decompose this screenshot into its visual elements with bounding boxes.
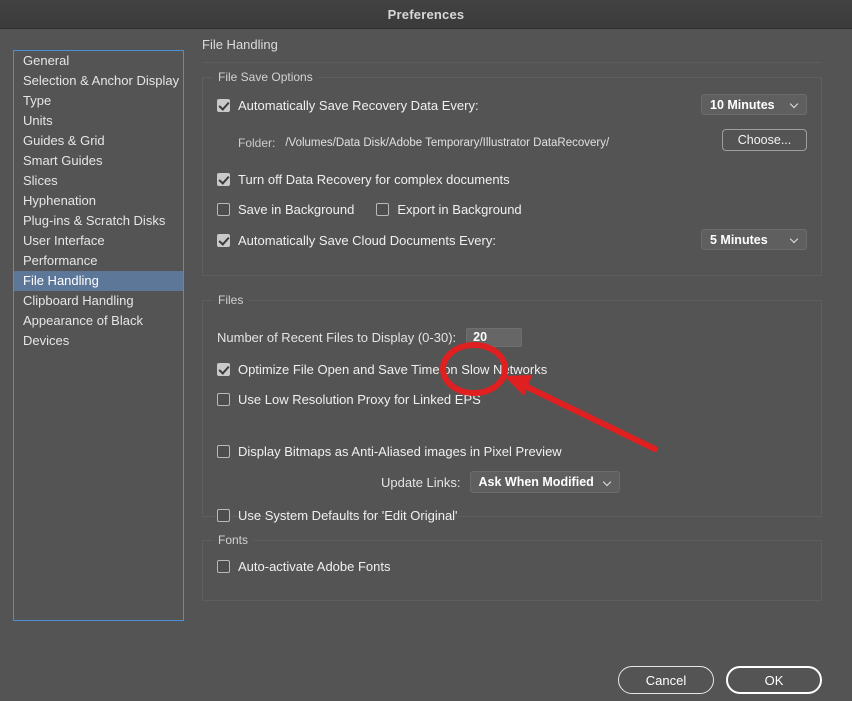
sidebar-item-clipboard-handling[interactable]: Clipboard Handling xyxy=(14,291,183,311)
label-auto-save-cloud-documents: Automatically Save Cloud Documents Every… xyxy=(238,233,496,248)
chevron-down-icon xyxy=(791,100,800,109)
preferences-category-list[interactable]: General Selection & Anchor Display Type … xyxy=(13,50,184,621)
label-auto-save-recovery: Automatically Save Recovery Data Every: xyxy=(238,98,479,113)
cancel-button[interactable]: Cancel xyxy=(618,666,714,694)
checkbox-turn-off-data-recovery[interactable] xyxy=(217,173,230,186)
sidebar-item-slices[interactable]: Slices xyxy=(14,171,183,191)
row-turn-off-recovery: Turn off Data Recovery for complex docum… xyxy=(217,168,807,190)
chevron-down-icon xyxy=(604,478,613,487)
choose-folder-button[interactable]: Choose... xyxy=(722,129,807,151)
label-recent-files: Number of Recent Files to Display (0-30)… xyxy=(217,330,456,345)
sidebar-item-performance[interactable]: Performance xyxy=(14,251,183,271)
label-display-bitmaps-antialiased: Display Bitmaps as Anti-Aliased images i… xyxy=(238,444,562,459)
label-turn-off-data-recovery: Turn off Data Recovery for complex docum… xyxy=(238,172,510,187)
preferences-content-pane: File Handling File Save Options Automati… xyxy=(202,37,852,701)
label-low-resolution-proxy: Use Low Resolution Proxy for Linked EPS xyxy=(238,392,481,407)
row-optimize-file-open: Optimize File Open and Save Time on Slow… xyxy=(217,358,807,380)
dropdown-recovery-interval-value: 10 Minutes xyxy=(710,98,781,112)
sidebar-item-units[interactable]: Units xyxy=(14,111,183,131)
label-folder: Folder: xyxy=(238,136,275,150)
window-titlebar: Preferences xyxy=(0,0,852,29)
value-folder-path: /Volumes/Data Disk/Adobe Temporary/Illus… xyxy=(285,137,609,149)
sidebar-item-user-interface[interactable]: User Interface xyxy=(14,231,183,251)
sidebar-item-hyphenation[interactable]: Hyphenation xyxy=(14,191,183,211)
sidebar-item-devices[interactable]: Devices xyxy=(14,331,183,351)
preferences-dialog-body: General Selection & Anchor Display Type … xyxy=(0,29,852,701)
sidebar-item-general[interactable]: General xyxy=(14,51,183,71)
sidebar-item-file-handling[interactable]: File Handling xyxy=(14,271,183,291)
label-auto-activate-adobe-fonts: Auto-activate Adobe Fonts xyxy=(238,559,390,574)
label-update-links: Update Links: xyxy=(381,475,461,490)
chevron-down-icon xyxy=(791,235,800,244)
dropdown-cloud-save-interval[interactable]: 5 Minutes xyxy=(701,229,807,250)
dialog-footer: Cancel OK xyxy=(618,666,822,694)
label-use-system-defaults-edit-original: Use System Defaults for 'Edit Original' xyxy=(238,508,458,523)
checkbox-use-system-defaults-edit-original[interactable] xyxy=(217,509,230,522)
dropdown-update-links-value: Ask When Modified xyxy=(479,475,594,489)
checkbox-display-bitmaps-antialiased[interactable] xyxy=(217,445,230,458)
row-recovery-folder: Folder: /Volumes/Data Disk/Adobe Tempora… xyxy=(217,132,807,154)
recent-files-input[interactable]: 20 xyxy=(466,328,522,347)
label-optimize-file-open-save: Optimize File Open and Save Time on Slow… xyxy=(238,362,547,377)
row-auto-save-cloud: Automatically Save Cloud Documents Every… xyxy=(217,229,807,251)
checkbox-optimize-file-open-save[interactable] xyxy=(217,363,230,376)
sidebar-item-smart-guides[interactable]: Smart Guides xyxy=(14,151,183,171)
row-low-res-proxy: Use Low Resolution Proxy for Linked EPS xyxy=(217,388,807,410)
row-recent-files: Number of Recent Files to Display (0-30)… xyxy=(217,326,807,348)
page-title: File Handling xyxy=(202,37,852,53)
label-save-in-background: Save in Background xyxy=(238,202,354,217)
row-background-options: Save in Background Export in Background xyxy=(217,198,807,220)
dropdown-recovery-interval[interactable]: 10 Minutes xyxy=(701,94,807,115)
label-export-in-background: Export in Background xyxy=(397,202,521,217)
sidebar-item-plugins-scratch-disks[interactable]: Plug-ins & Scratch Disks xyxy=(14,211,183,231)
group-files: Files Number of Recent Files to Display … xyxy=(202,300,822,517)
sidebar-item-appearance-of-black[interactable]: Appearance of Black xyxy=(14,311,183,331)
header-divider xyxy=(202,62,822,63)
checkbox-save-in-background[interactable] xyxy=(217,203,230,216)
sidebar-item-guides-grid[interactable]: Guides & Grid xyxy=(14,131,183,151)
sidebar-item-type[interactable]: Type xyxy=(14,91,183,111)
row-display-bitmaps: Display Bitmaps as Anti-Aliased images i… xyxy=(217,440,807,462)
row-auto-activate-fonts: Auto-activate Adobe Fonts xyxy=(217,555,807,577)
group-file-save-options: File Save Options Automatically Save Rec… xyxy=(202,77,822,276)
row-auto-save-recovery: Automatically Save Recovery Data Every: … xyxy=(217,94,807,116)
checkbox-auto-save-recovery[interactable] xyxy=(217,99,230,112)
checkbox-low-resolution-proxy[interactable] xyxy=(217,393,230,406)
dropdown-update-links[interactable]: Ask When Modified xyxy=(470,471,620,493)
window-title: Preferences xyxy=(388,7,465,22)
checkbox-auto-activate-adobe-fonts[interactable] xyxy=(217,560,230,573)
sidebar-item-selection-anchor-display[interactable]: Selection & Anchor Display xyxy=(14,71,183,91)
dropdown-cloud-save-interval-value: 5 Minutes xyxy=(710,233,781,247)
row-update-links: Update Links: Ask When Modified xyxy=(217,471,807,493)
group-fonts: Fonts Auto-activate Adobe Fonts xyxy=(202,540,822,601)
row-system-defaults: Use System Defaults for 'Edit Original' xyxy=(217,504,807,526)
checkbox-auto-save-cloud-documents[interactable] xyxy=(217,234,230,247)
checkbox-export-in-background[interactable] xyxy=(376,203,389,216)
ok-button[interactable]: OK xyxy=(726,666,822,694)
